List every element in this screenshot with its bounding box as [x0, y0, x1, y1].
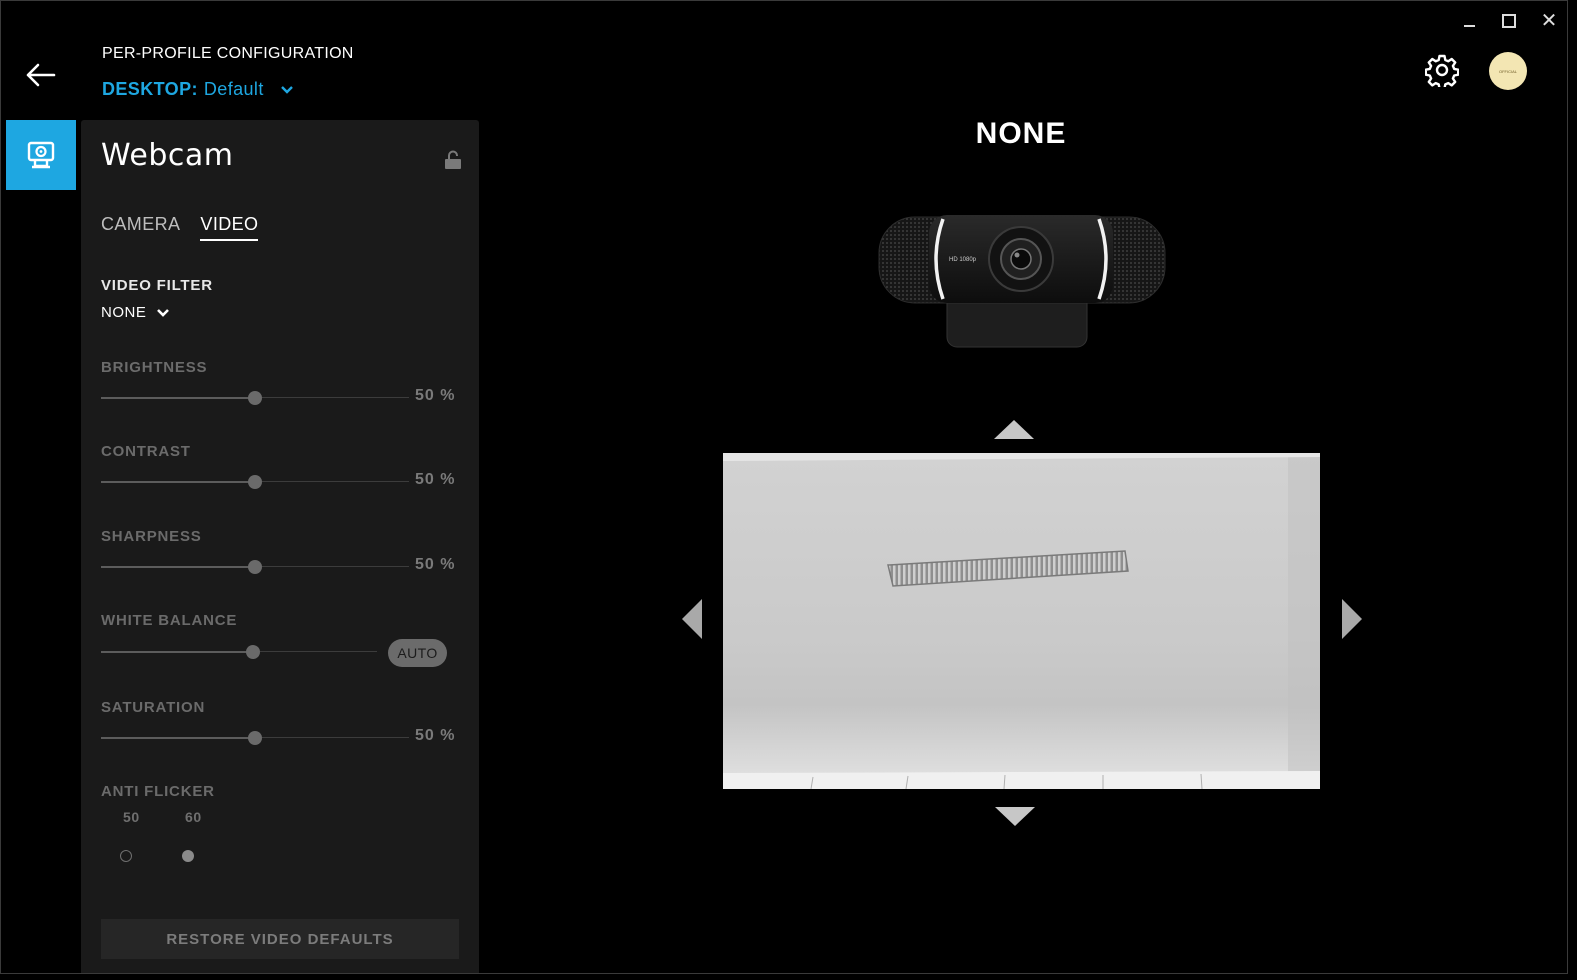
settings-panel: Webcam CAMERA VIDEO VIDEO FILTER NONE BR… [81, 120, 479, 973]
brightness-label: BRIGHTNESS [101, 359, 208, 376]
anti-flicker-60-radio[interactable] [182, 850, 194, 862]
white-balance-label: WHITE BALANCE [101, 612, 238, 629]
chevron-down-icon [280, 85, 293, 94]
sharpness-slider[interactable] [101, 559, 409, 575]
camera-badge-text: HD 1080p [949, 257, 977, 263]
anti-flicker-60-label: 60 [185, 809, 202, 825]
chevron-down-icon [157, 308, 170, 317]
slider-thumb[interactable] [248, 560, 262, 574]
saturation-slider[interactable] [101, 730, 409, 746]
panel-title: Webcam [101, 138, 234, 173]
arrow-up-icon[interactable] [994, 420, 1034, 439]
webcam-device-image: HD 1080p [878, 215, 1166, 348]
sharpness-value: 50 % [415, 556, 456, 573]
arrow-down-icon[interactable] [995, 807, 1035, 826]
device-tile-webcam[interactable] [6, 120, 76, 190]
sharpness-label: SHARPNESS [101, 528, 202, 545]
slider-fill [101, 397, 255, 399]
maximize-button[interactable] [1494, 9, 1524, 33]
restore-video-defaults-button[interactable]: RESTORE VIDEO DEFAULTS [101, 919, 459, 959]
unlock-icon[interactable] [444, 150, 462, 170]
app-window: ✕ PER-PROFILE CONFIGURATION DESKTOP: Def… [0, 0, 1568, 974]
profile-selector[interactable]: DESKTOP: Default [102, 79, 294, 100]
gear-icon[interactable] [1425, 53, 1459, 87]
arrow-right-icon[interactable] [1342, 599, 1362, 639]
saturation-label: SATURATION [101, 699, 206, 716]
webcam-icon [27, 141, 55, 169]
saturation-value: 50 % [415, 727, 456, 744]
profile-label: DESKTOP: [102, 79, 198, 99]
video-filter-label: VIDEO FILTER [101, 277, 213, 294]
slider-thumb[interactable] [248, 475, 262, 489]
slider-fill [101, 481, 255, 483]
minimize-button[interactable] [1454, 9, 1484, 33]
current-filter-title: NONE [975, 117, 1067, 150]
page-title: PER-PROFILE CONFIGURATION [102, 45, 354, 62]
avatar[interactable]: OFFICIAL [1489, 52, 1527, 90]
video-filter-value: NONE [101, 304, 147, 321]
camera-preview [723, 453, 1320, 789]
slider-fill [101, 566, 255, 568]
anti-flicker-50-label: 50 [123, 809, 140, 825]
brightness-value: 50 % [415, 387, 456, 404]
contrast-value: 50 % [415, 471, 456, 488]
tab-video[interactable]: VIDEO [200, 214, 259, 241]
profile-value: Default [203, 79, 264, 99]
tab-camera[interactable]: CAMERA [101, 214, 180, 241]
anti-flicker-label: ANTI FLICKER [101, 783, 215, 800]
video-filter-dropdown[interactable]: NONE [101, 304, 170, 321]
close-button[interactable]: ✕ [1534, 9, 1564, 33]
slider-thumb[interactable] [248, 731, 262, 745]
back-arrow-icon[interactable] [23, 61, 57, 89]
white-balance-auto-toggle[interactable]: AUTO [388, 639, 447, 667]
white-balance-slider[interactable] [101, 644, 377, 660]
anti-flicker-50-radio[interactable] [120, 850, 132, 862]
brightness-slider[interactable] [101, 390, 409, 406]
tab-bar: CAMERA VIDEO [101, 214, 259, 241]
slider-fill [101, 737, 255, 739]
slider-fill [101, 651, 253, 653]
slider-thumb[interactable] [248, 391, 262, 405]
slider-thumb[interactable] [245, 645, 260, 659]
contrast-label: CONTRAST [101, 443, 191, 460]
contrast-slider[interactable] [101, 474, 409, 490]
arrow-left-icon[interactable] [682, 599, 702, 639]
